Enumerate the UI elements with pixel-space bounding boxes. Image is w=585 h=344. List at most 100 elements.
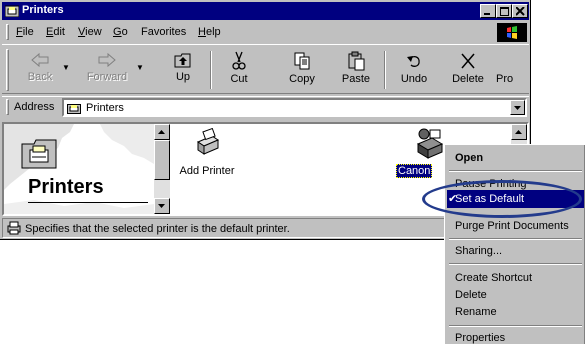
ctx-sharing[interactable]: Sharing... xyxy=(447,242,584,260)
up-button[interactable]: Up xyxy=(160,49,206,91)
menu-go-access-key: G xyxy=(113,26,122,38)
ctx-rename[interactable]: Rename xyxy=(447,303,584,321)
properties-button[interactable]: Pro xyxy=(496,49,526,91)
dropdown-arrow-icon: ▼ xyxy=(136,63,144,72)
menu-edit-label: dit xyxy=(53,26,65,38)
properties-label: Pro xyxy=(496,73,514,85)
chevron-up-icon xyxy=(515,130,522,134)
close-button[interactable] xyxy=(512,4,528,18)
toolbar-separator xyxy=(210,51,212,89)
content-scroll-up-button[interactable] xyxy=(511,124,527,140)
cut-label: Cut xyxy=(230,73,248,85)
paste-button[interactable]: Paste xyxy=(333,49,379,91)
menu-go[interactable]: Go xyxy=(113,26,128,38)
ctx-properties[interactable]: Properties xyxy=(447,329,584,344)
forward-label: Forward xyxy=(86,71,128,83)
status-text: Specifies that the selected printer is t… xyxy=(25,223,290,235)
maximize-button[interactable] xyxy=(496,4,512,18)
ctx-purge-print-documents[interactable]: Purge Print Documents xyxy=(447,217,584,235)
toolbar-grip[interactable] xyxy=(6,49,9,91)
ctx-purge-label: Purge Print Documents xyxy=(455,220,569,232)
paste-clipboard-icon xyxy=(348,51,365,71)
address-field[interactable]: Printers xyxy=(62,98,527,117)
folder-title: Printers xyxy=(28,176,104,198)
add-printer-icon xyxy=(196,127,220,155)
menu-separator xyxy=(449,325,582,327)
chevron-down-icon xyxy=(158,204,165,208)
forward-button[interactable]: Forward xyxy=(78,49,136,91)
standard-toolbar: Back ▼ Forward ▼ Up Cut Copy Paste Undo … xyxy=(2,44,529,94)
menu-file-access-key: F xyxy=(16,26,23,38)
minimize-icon xyxy=(484,13,490,15)
ctx-set-as-default-label: Set as Default xyxy=(455,193,525,205)
ctx-create-shortcut-label: Create Shortcut xyxy=(455,272,533,284)
paste-label: Paste xyxy=(341,73,371,85)
addressbar-grip[interactable] xyxy=(6,99,9,115)
delete-x-icon xyxy=(461,53,475,69)
menu-help[interactable]: Help xyxy=(198,26,221,38)
add-printer-item[interactable]: Add Printer xyxy=(176,127,238,177)
title-bar[interactable]: Printers xyxy=(2,2,529,20)
address-label: Address xyxy=(14,101,55,113)
undo-label: Undo xyxy=(400,73,428,85)
canon-printer-label[interactable]: Canon xyxy=(396,164,433,178)
menu-view[interactable]: View xyxy=(78,26,102,38)
up-label: Up xyxy=(175,71,191,83)
menu-view-label: iew xyxy=(85,26,102,38)
undo-button[interactable]: Undo xyxy=(391,49,437,91)
address-dropdown-button[interactable] xyxy=(510,100,525,115)
forward-arrow-icon xyxy=(98,52,116,68)
ctx-delete-label: Delete xyxy=(455,289,487,301)
back-history-dropdown[interactable]: ▼ xyxy=(62,49,72,91)
menu-separator xyxy=(449,170,582,172)
cut-button[interactable]: Cut xyxy=(216,49,262,91)
delete-button[interactable]: Delete xyxy=(445,49,491,91)
ctx-open[interactable]: Open xyxy=(447,149,584,167)
menu-go-label: o xyxy=(121,26,128,38)
menu-help-label: elp xyxy=(205,26,221,38)
web-view-scrollbar[interactable] xyxy=(154,124,170,214)
back-label: Back xyxy=(27,71,53,83)
delete-label: Delete xyxy=(452,73,484,85)
add-printer-label: Add Printer xyxy=(179,165,235,177)
menu-file[interactable]: File xyxy=(16,26,34,38)
printer-folder-icon xyxy=(4,4,20,18)
chevron-up-icon xyxy=(158,130,165,134)
title-divider xyxy=(28,202,148,203)
printer-folder-icon xyxy=(67,102,81,117)
up-folder-icon xyxy=(174,53,191,68)
canon-printer-icon[interactable] xyxy=(412,126,448,163)
window-title: Printers xyxy=(22,4,64,16)
chevron-down-icon xyxy=(514,106,521,110)
address-bar: Address Printers xyxy=(2,96,529,118)
menu-favorites-label: Favorites xyxy=(141,26,187,38)
scroll-thumb[interactable] xyxy=(154,140,170,180)
maximize-icon xyxy=(500,7,509,16)
ctx-set-as-default[interactable]: ✔ Set as Default xyxy=(447,190,584,208)
ctx-pause-printing-label: Pause Printing xyxy=(455,178,527,190)
menu-file-label: ile xyxy=(22,26,34,38)
scroll-up-button[interactable] xyxy=(154,124,170,140)
ctx-open-label: Open xyxy=(455,152,484,164)
scroll-down-button[interactable] xyxy=(154,198,170,214)
ctx-rename-label: Rename xyxy=(455,306,497,318)
back-button[interactable]: Back xyxy=(16,49,64,91)
copy-label: Copy xyxy=(289,73,315,85)
menu-separator xyxy=(449,238,582,240)
web-view-panel: Printers xyxy=(4,124,154,214)
menu-favorites[interactable]: Favorites xyxy=(141,26,186,38)
windows-logo-icon xyxy=(497,23,527,42)
undo-icon xyxy=(407,56,420,67)
ctx-properties-label: Properties xyxy=(455,332,506,344)
copy-button[interactable]: Copy xyxy=(279,49,325,91)
ctx-create-shortcut[interactable]: Create Shortcut xyxy=(447,269,584,287)
ctx-delete[interactable]: Delete xyxy=(447,286,584,304)
minimize-button[interactable] xyxy=(480,4,496,18)
printer-status-icon xyxy=(7,221,21,238)
scissors-icon xyxy=(232,51,246,70)
menubar-grip[interactable] xyxy=(6,24,9,40)
menu-edit[interactable]: Edit xyxy=(46,26,65,38)
forward-history-dropdown[interactable]: ▼ xyxy=(136,49,146,91)
copy-icon xyxy=(294,52,310,70)
printers-folder-large-icon xyxy=(20,138,60,173)
